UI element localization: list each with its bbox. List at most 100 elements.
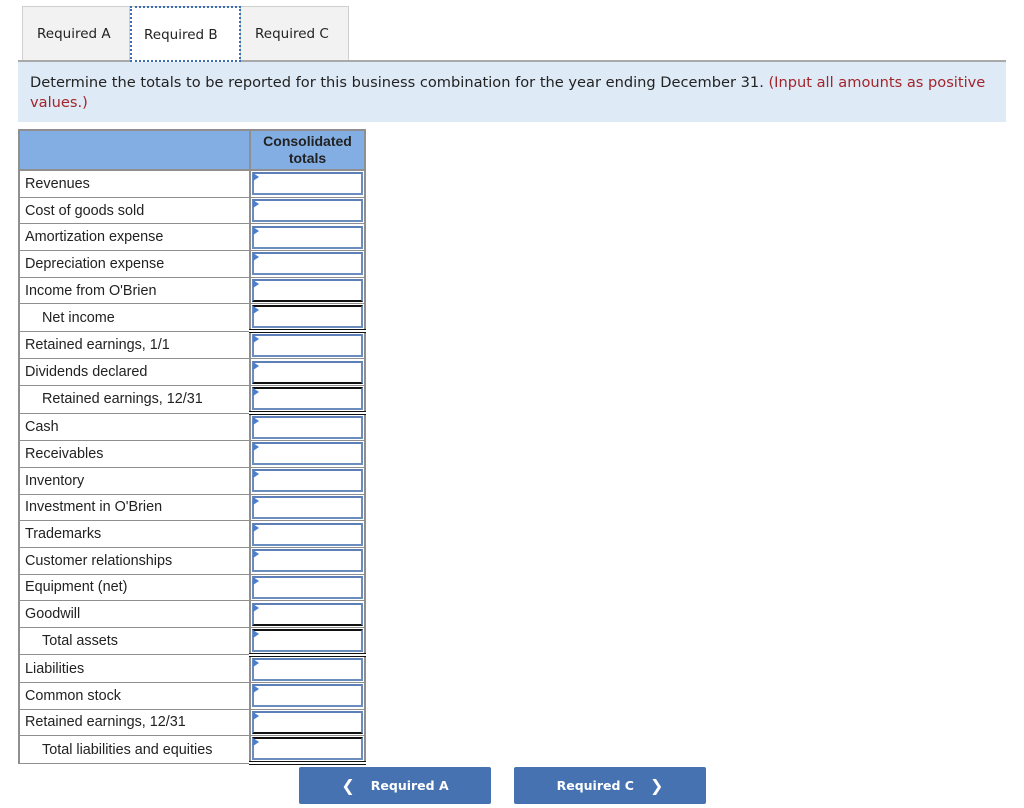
row-label: Retained earnings, 12/31 bbox=[18, 385, 251, 414]
row-label: Total assets bbox=[18, 627, 251, 656]
row-value-cell bbox=[250, 303, 366, 334]
chevron-left-icon: ❮ bbox=[341, 776, 355, 795]
table-row: Receivables bbox=[18, 440, 366, 468]
table-row: Equipment (net) bbox=[18, 574, 366, 602]
amount-field-wrapper bbox=[252, 360, 363, 384]
input-marker-icon bbox=[253, 550, 259, 559]
row-value-cell bbox=[250, 654, 366, 683]
row-value-cell bbox=[250, 413, 366, 442]
table-row: Customer relationships bbox=[18, 547, 366, 575]
amount-input[interactable] bbox=[254, 498, 361, 518]
amount-input[interactable] bbox=[254, 551, 361, 571]
amount-input[interactable] bbox=[254, 336, 361, 356]
row-label: Customer relationships bbox=[18, 547, 251, 575]
input-marker-icon bbox=[253, 335, 259, 344]
input-marker-icon bbox=[253, 361, 259, 370]
table-row: Revenues bbox=[18, 170, 366, 198]
row-label: Receivables bbox=[18, 440, 251, 468]
table-row: Income from O'Brien bbox=[18, 277, 366, 305]
amount-input[interactable] bbox=[254, 174, 361, 194]
table-row: Retained earnings, 12/31 bbox=[18, 709, 366, 737]
tab-label: Required C bbox=[255, 25, 329, 42]
amount-input[interactable] bbox=[254, 418, 361, 438]
row-label: Retained earnings, 12/31 bbox=[18, 709, 251, 737]
row-value-cell bbox=[250, 331, 366, 360]
table-row: Amortization expense bbox=[18, 223, 366, 252]
input-marker-icon bbox=[253, 388, 259, 397]
input-marker-icon bbox=[253, 200, 259, 209]
amount-input[interactable] bbox=[254, 631, 361, 651]
table-row: Total assets bbox=[18, 627, 366, 657]
row-label: Dividends declared bbox=[18, 358, 251, 387]
amount-field-wrapper bbox=[252, 199, 363, 223]
amount-input[interactable] bbox=[254, 363, 361, 383]
amount-input[interactable] bbox=[254, 578, 361, 598]
amount-input[interactable] bbox=[254, 739, 361, 759]
table-row: Goodwill bbox=[18, 600, 366, 628]
row-value-cell bbox=[250, 277, 366, 305]
amount-input[interactable] bbox=[254, 254, 361, 274]
row-label: Income from O'Brien bbox=[18, 277, 251, 305]
table-row: Investment in O'Brien bbox=[18, 494, 366, 522]
input-marker-icon bbox=[253, 629, 259, 638]
table-row: Net income bbox=[18, 303, 366, 334]
amount-input[interactable] bbox=[254, 660, 361, 680]
row-value-cell bbox=[250, 250, 366, 278]
amount-input[interactable] bbox=[254, 471, 361, 491]
tab-required-b[interactable]: Required B bbox=[130, 6, 241, 62]
row-value-cell bbox=[250, 223, 366, 252]
amount-input[interactable] bbox=[254, 686, 361, 706]
prev-required-a-button[interactable]: ❮ Required A bbox=[299, 767, 491, 804]
table-row: Inventory bbox=[18, 467, 366, 495]
tab-label: Required B bbox=[144, 26, 218, 43]
row-label: Trademarks bbox=[18, 520, 251, 548]
amount-input[interactable] bbox=[254, 444, 361, 464]
row-value-cell bbox=[250, 547, 366, 575]
row-value-cell bbox=[250, 627, 366, 657]
amount-field-wrapper bbox=[252, 737, 363, 761]
amount-input[interactable] bbox=[254, 281, 361, 301]
input-marker-icon bbox=[253, 306, 259, 315]
next-button-label: Required C bbox=[556, 778, 634, 793]
amount-field-wrapper bbox=[252, 575, 363, 599]
row-label: Cash bbox=[18, 413, 251, 442]
instruction-box: Determine the totals to be reported for … bbox=[18, 60, 1006, 122]
amount-input[interactable] bbox=[254, 201, 361, 221]
amount-field-wrapper bbox=[252, 495, 363, 519]
tab-required-c[interactable]: Required C bbox=[241, 6, 349, 60]
row-label: Equipment (net) bbox=[18, 574, 251, 602]
row-label: Investment in O'Brien bbox=[18, 494, 251, 522]
table-row: Common stock bbox=[18, 682, 366, 710]
tab-required-a[interactable]: Required A bbox=[22, 6, 130, 60]
table-row: Retained earnings, 1/1 bbox=[18, 331, 366, 360]
input-marker-icon bbox=[253, 280, 259, 289]
amount-field-wrapper bbox=[252, 628, 363, 652]
row-value-cell bbox=[250, 170, 366, 198]
amount-field-wrapper bbox=[252, 225, 363, 249]
header-label-cell bbox=[18, 129, 251, 171]
row-label: Cost of goods sold bbox=[18, 197, 251, 225]
amount-field-wrapper bbox=[252, 522, 363, 546]
amount-field-wrapper bbox=[252, 334, 363, 358]
amount-input[interactable] bbox=[254, 389, 361, 409]
chevron-right-icon: ❯ bbox=[649, 776, 664, 795]
amount-field-wrapper bbox=[252, 684, 363, 708]
row-value-cell bbox=[250, 520, 366, 548]
prev-button-label: Required A bbox=[370, 778, 449, 793]
input-marker-icon bbox=[253, 226, 259, 235]
amount-field-wrapper bbox=[252, 387, 363, 411]
amount-input[interactable] bbox=[254, 713, 361, 733]
amount-field-wrapper bbox=[252, 279, 363, 303]
tab-bar: Required A Required B Required C bbox=[22, 6, 349, 62]
amount-input[interactable] bbox=[254, 525, 361, 545]
amount-input[interactable] bbox=[254, 228, 361, 248]
row-value-cell bbox=[250, 440, 366, 468]
table-row: Depreciation expense bbox=[18, 250, 366, 278]
amount-input[interactable] bbox=[254, 605, 361, 625]
next-required-c-button[interactable]: Required C ❯ bbox=[514, 767, 706, 804]
row-value-cell bbox=[250, 385, 366, 416]
amount-input[interactable] bbox=[254, 307, 361, 327]
input-marker-icon bbox=[253, 173, 259, 182]
row-label: Common stock bbox=[18, 682, 251, 710]
row-label: Depreciation expense bbox=[18, 250, 251, 278]
